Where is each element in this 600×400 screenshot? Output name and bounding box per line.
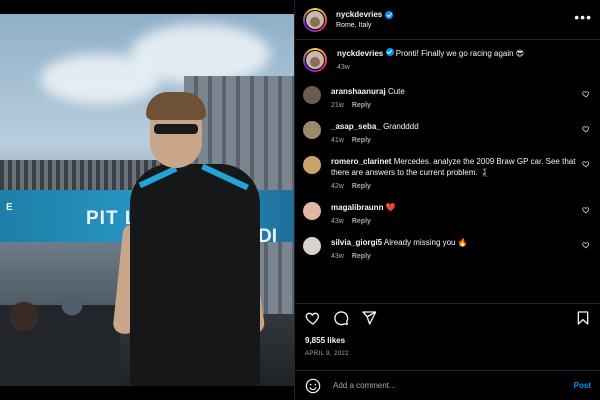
comment-row: romero_clarinet Mercedes. analyze the 20…	[303, 156, 592, 190]
caption-body: nyckdevries Pronti! Finally we go racing…	[337, 48, 592, 72]
post-details-panel: nyckdevries Rome, Italy ••• nyckdevries …	[294, 0, 600, 400]
comment-age[interactable]: 21w	[331, 102, 344, 109]
photo-driver-hair	[146, 92, 206, 120]
caption-meta: 43w	[337, 64, 576, 71]
comment-row: _asap_seba_ Grandddd 41w Reply	[303, 121, 592, 144]
comment-age[interactable]: 42w	[331, 183, 344, 190]
author-username-link[interactable]: nyckdevries	[336, 10, 394, 19]
share-icon	[362, 310, 377, 325]
comment-body: _asap_seba_ Grandddd 41w Reply	[331, 121, 592, 144]
save-button[interactable]	[575, 310, 591, 326]
reply-button[interactable]: Reply	[352, 253, 371, 260]
comment-username[interactable]: silvia_giorgi5	[331, 238, 382, 247]
author-username: nyckdevries	[336, 10, 383, 19]
heart-icon	[305, 312, 320, 325]
post-media-area: E PIT L DI	[0, 0, 294, 400]
comments-list[interactable]: nyckdevries Pronti! Finally we go racing…	[295, 40, 600, 300]
comment-text-line: aranshaanuraj Cute	[331, 86, 576, 97]
commenter-avatar[interactable]	[303, 202, 321, 220]
post-date: APRIL 9, 2022	[305, 351, 350, 357]
add-comment-input[interactable]	[333, 381, 574, 390]
post-location[interactable]: Rome, Italy	[336, 22, 393, 29]
photo-banner-small-text: E	[6, 202, 13, 213]
comment-body: magalibraunn ❤️ 43w Reply	[331, 202, 592, 225]
reply-button[interactable]: Reply	[352, 137, 371, 144]
verified-badge-icon	[385, 10, 394, 19]
photo-sunglasses	[154, 124, 198, 134]
caption-text-line: nyckdevries Pronti! Finally we go racing…	[337, 48, 576, 59]
author-avatar[interactable]	[303, 7, 327, 32]
commenter-avatar[interactable]	[303, 86, 321, 104]
comment-username[interactable]: _asap_seba_	[331, 122, 381, 131]
photo-driver-body	[130, 163, 260, 386]
add-comment-bar: Post	[295, 370, 600, 400]
comment-body: aranshaanuraj Cute 21w Reply	[331, 86, 592, 109]
comment-age[interactable]: 43w	[331, 253, 344, 260]
comment-username[interactable]: romero_clarinet	[331, 157, 391, 166]
comment-text-line: magalibraunn ❤️	[331, 202, 576, 213]
author-avatar-image	[305, 9, 325, 30]
comment-username[interactable]: magalibraunn	[331, 203, 383, 212]
comment-text-line: romero_clarinet Mercedes. analyze the 20…	[331, 156, 576, 178]
comment-row: silvia_giorgi5 Already missing you 🔥 43w…	[303, 237, 592, 260]
comment-text: Grandddd	[383, 122, 419, 131]
like-button[interactable]	[305, 310, 321, 326]
caption-username[interactable]: nyckdevries	[337, 49, 383, 58]
emoji-icon[interactable]	[305, 378, 321, 394]
caption-author-avatar[interactable]	[303, 48, 327, 72]
comment-body: romero_clarinet Mercedes. analyze the 20…	[331, 156, 592, 190]
comment-text-line: silvia_giorgi5 Already missing you 🔥	[331, 237, 576, 248]
comment-like-heart-icon[interactable]	[582, 241, 590, 249]
comment-meta: 42w Reply	[331, 183, 576, 190]
commenter-avatar[interactable]	[303, 121, 321, 139]
comment-age[interactable]: 43w	[331, 218, 344, 225]
comment-row: magalibraunn ❤️ 43w Reply	[303, 202, 592, 225]
comment-meta: 43w Reply	[331, 218, 576, 225]
bookmark-icon	[577, 310, 589, 325]
caption-age[interactable]: 43w	[337, 64, 350, 71]
post-action-bar	[295, 303, 600, 331]
comment-text: ❤️	[385, 203, 396, 212]
comment-like-heart-icon[interactable]	[582, 160, 590, 168]
comment-meta: 43w Reply	[331, 253, 576, 260]
post-caption: nyckdevries Pronti! Finally we go racing…	[303, 48, 592, 72]
likes-count[interactable]: 9,855 likes	[305, 336, 345, 345]
photo-crowd	[0, 270, 120, 386]
reply-button[interactable]: Reply	[352, 183, 371, 190]
comment-text: Cute	[387, 87, 405, 96]
photo-cloud	[130, 24, 270, 84]
reply-button[interactable]: Reply	[352, 218, 371, 225]
comment-like-heart-icon[interactable]	[582, 125, 590, 133]
caption-text: Pronti! Finally we go racing again 😎	[395, 49, 525, 58]
verified-badge-icon	[385, 48, 394, 56]
comment-meta: 41w Reply	[331, 137, 576, 144]
commenter-avatar[interactable]	[303, 237, 321, 255]
comment-like-heart-icon[interactable]	[582, 206, 590, 214]
comment-icon	[334, 310, 349, 325]
share-button[interactable]	[361, 310, 377, 326]
photo-banner-text-right: DI	[258, 226, 277, 247]
comment-like-heart-icon[interactable]	[582, 90, 590, 98]
comment-age[interactable]: 41w	[331, 137, 344, 144]
comment-text-line: _asap_seba_ Grandddd	[331, 121, 576, 132]
comment-row: aranshaanuraj Cute 21w Reply	[303, 86, 592, 109]
post-header: nyckdevries Rome, Italy •••	[295, 0, 600, 40]
more-options-icon[interactable]: •••	[574, 10, 592, 24]
comment-meta: 21w Reply	[331, 102, 576, 109]
reply-button[interactable]: Reply	[352, 102, 371, 109]
post-photo[interactable]: E PIT L DI	[0, 14, 294, 386]
comment-body: silvia_giorgi5 Already missing you 🔥 43w…	[331, 237, 592, 260]
caption-author-avatar-image	[305, 50, 325, 70]
comment-button[interactable]	[333, 310, 349, 326]
comment-text: Already missing you 🔥	[383, 238, 468, 247]
post-header-text: nyckdevries Rome, Italy	[336, 10, 394, 29]
commenter-avatar[interactable]	[303, 156, 321, 174]
comment-username[interactable]: aranshaanuraj	[331, 87, 386, 96]
post-comment-button[interactable]: Post	[574, 381, 591, 390]
